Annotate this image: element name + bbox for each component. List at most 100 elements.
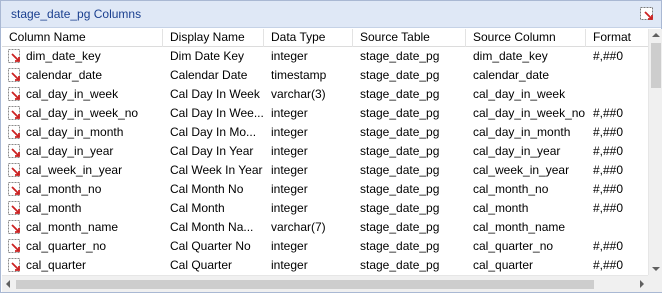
cell-source-column: cal_week_in_year bbox=[473, 163, 570, 177]
header-source-column[interactable]: Source Column bbox=[466, 29, 586, 47]
header-format[interactable]: Format bbox=[586, 29, 648, 47]
cell-source-column: cal_month_no bbox=[473, 182, 549, 196]
cell-source-column: cal_quarter bbox=[473, 258, 534, 272]
cell-source-table: stage_date_pg bbox=[360, 106, 440, 120]
table-row[interactable]: dim_date_key Dim Date Key integer stage_dat… bbox=[2, 47, 648, 66]
cell-data-type: varchar(7) bbox=[271, 220, 326, 234]
table-row[interactable]: cal_day_in_week_no Cal Day In Wee... integ… bbox=[2, 104, 648, 123]
cell-display-name: Cal Day In Wee... bbox=[170, 106, 264, 120]
cell-display-name: Cal Month bbox=[170, 201, 225, 215]
cell-source-table: stage_date_pg bbox=[360, 144, 440, 158]
cell-column-name: cal_day_in_year bbox=[26, 144, 114, 158]
cell-data-type: integer bbox=[271, 125, 308, 139]
cell-format: #,##0 bbox=[593, 144, 624, 158]
columns-panel: stage_date_pg Columns Column Name Displa… bbox=[0, 0, 662, 293]
cell-source-table: stage_date_pg bbox=[360, 201, 440, 215]
cell-display-name: Cal Day In Year bbox=[170, 144, 254, 158]
cell-column-name: cal_quarter bbox=[26, 258, 87, 272]
table-row[interactable]: calendar_date Calendar Date timestamp stage… bbox=[2, 66, 648, 85]
cell-source-column: cal_quarter_no bbox=[473, 239, 554, 253]
cell-display-name: Cal Day In Mo... bbox=[170, 125, 257, 139]
cell-data-type: integer bbox=[271, 49, 308, 63]
table-row[interactable]: cal_day_in_year Cal Day In Year integer sta… bbox=[2, 142, 648, 161]
cell-data-type: integer bbox=[271, 144, 308, 158]
cell-display-name: Cal Month Na... bbox=[170, 220, 254, 234]
cell-source-column: calendar_date bbox=[473, 68, 550, 82]
scroll-right-arrow-icon[interactable] bbox=[640, 280, 644, 288]
cell-format bbox=[586, 66, 648, 85]
cell-column-name: cal_month bbox=[26, 201, 82, 215]
table-row[interactable]: cal_month_no Cal Month No integer stage_dat… bbox=[2, 180, 648, 199]
cell-source-column: cal_month_name bbox=[473, 220, 566, 234]
cell-column-name: cal_day_in_week_no bbox=[26, 106, 139, 120]
scroll-down-arrow-icon[interactable] bbox=[652, 267, 660, 271]
cell-column-name: cal_month_name bbox=[26, 220, 119, 234]
cell-format: #,##0 bbox=[593, 239, 624, 253]
column-list: dim_date_key Dim Date Key integer stage_dat… bbox=[2, 47, 648, 275]
cell-format: #,##0 bbox=[593, 106, 624, 120]
scrollbar-corner bbox=[648, 275, 662, 292]
cell-data-type: integer bbox=[271, 182, 308, 196]
header-data-type[interactable]: Data Type bbox=[264, 29, 353, 47]
table-row[interactable]: cal_quarter Cal Quarter integer stage_date_… bbox=[2, 256, 648, 275]
cell-source-column: cal_day_in_month bbox=[473, 125, 571, 139]
cell-format: #,##0 bbox=[593, 125, 624, 139]
cell-source-column: dim_date_key bbox=[473, 49, 548, 63]
cell-display-name: Cal Month No bbox=[170, 182, 244, 196]
cell-source-table: stage_date_pg bbox=[360, 182, 440, 196]
table-row[interactable]: cal_day_in_month Cal Day In Mo... integer s… bbox=[2, 123, 648, 142]
cell-source-column: cal_day_in_year bbox=[473, 144, 561, 158]
table-row[interactable]: cal_quarter_no Cal Quarter No integer stage… bbox=[2, 237, 648, 256]
cell-column-name: cal_week_in_year bbox=[26, 163, 123, 177]
window-menu-icon[interactable] bbox=[639, 6, 655, 22]
cell-column-name: calendar_date bbox=[26, 68, 103, 82]
horizontal-scrollbar[interactable] bbox=[2, 275, 648, 292]
column-header-row: Column Name Display Name Data Type Sourc… bbox=[2, 29, 648, 47]
cell-source-table: stage_date_pg bbox=[360, 163, 440, 177]
cell-display-name: Calendar Date bbox=[170, 68, 248, 82]
cell-column-name: cal_day_in_week bbox=[26, 87, 119, 101]
vertical-scrollbar[interactable] bbox=[648, 29, 662, 275]
cell-column-name: cal_month_no bbox=[26, 182, 102, 196]
table-row[interactable]: cal_month_name Cal Month Na... varchar(7) s… bbox=[2, 218, 648, 237]
header-source-table[interactable]: Source Table bbox=[353, 29, 466, 47]
panel-title: stage_date_pg Columns bbox=[11, 7, 142, 21]
table-row[interactable]: cal_week_in_year Cal Week In Year integer s… bbox=[2, 161, 648, 180]
cell-display-name: Dim Date Key bbox=[170, 49, 245, 63]
cell-format bbox=[586, 218, 648, 237]
cell-display-name: Cal Quarter bbox=[170, 258, 233, 272]
cell-source-table: stage_date_pg bbox=[360, 125, 440, 139]
cell-data-type: integer bbox=[271, 258, 308, 272]
vertical-scroll-thumb[interactable] bbox=[651, 43, 661, 88]
cell-display-name: Cal Day In Week bbox=[170, 87, 260, 101]
cell-display-name: Cal Week In Year bbox=[170, 163, 263, 177]
header-column-name[interactable]: Column Name bbox=[2, 29, 163, 47]
cell-data-type: integer bbox=[271, 201, 308, 215]
cell-format bbox=[586, 85, 648, 104]
cell-source-column: cal_day_in_week bbox=[473, 87, 566, 101]
cell-data-type: integer bbox=[271, 239, 308, 253]
cell-data-type: integer bbox=[271, 163, 308, 177]
cell-format: #,##0 bbox=[593, 163, 624, 177]
cell-source-column: cal_day_in_week_no bbox=[473, 106, 586, 120]
cell-source-table: stage_date_pg bbox=[360, 87, 440, 101]
header-display-name[interactable]: Display Name bbox=[163, 29, 264, 47]
cell-source-table: stage_date_pg bbox=[360, 68, 440, 82]
horizontal-scroll-thumb[interactable] bbox=[16, 280, 594, 289]
cell-source-table: stage_date_pg bbox=[360, 220, 440, 234]
cell-format: #,##0 bbox=[593, 182, 624, 196]
panel-titlebar: stage_date_pg Columns bbox=[1, 1, 661, 28]
cell-source-table: stage_date_pg bbox=[360, 258, 440, 272]
cell-format: #,##0 bbox=[593, 258, 624, 272]
cell-column-name: cal_quarter_no bbox=[26, 239, 107, 253]
table-row[interactable]: cal_day_in_week Cal Day In Week varchar(3)… bbox=[2, 85, 648, 104]
cell-source-table: stage_date_pg bbox=[360, 49, 440, 63]
scroll-left-arrow-icon[interactable] bbox=[6, 280, 10, 288]
table-row[interactable]: cal_month Cal Month integer stage_date_pg ca… bbox=[2, 199, 648, 218]
cell-column-name: cal_day_in_month bbox=[26, 125, 124, 139]
cell-column-name: dim_date_key bbox=[26, 49, 101, 63]
cell-format: #,##0 bbox=[593, 49, 624, 63]
cell-data-type: varchar(3) bbox=[271, 87, 326, 101]
cell-data-type: integer bbox=[271, 106, 308, 120]
scroll-up-arrow-icon[interactable] bbox=[652, 33, 660, 37]
